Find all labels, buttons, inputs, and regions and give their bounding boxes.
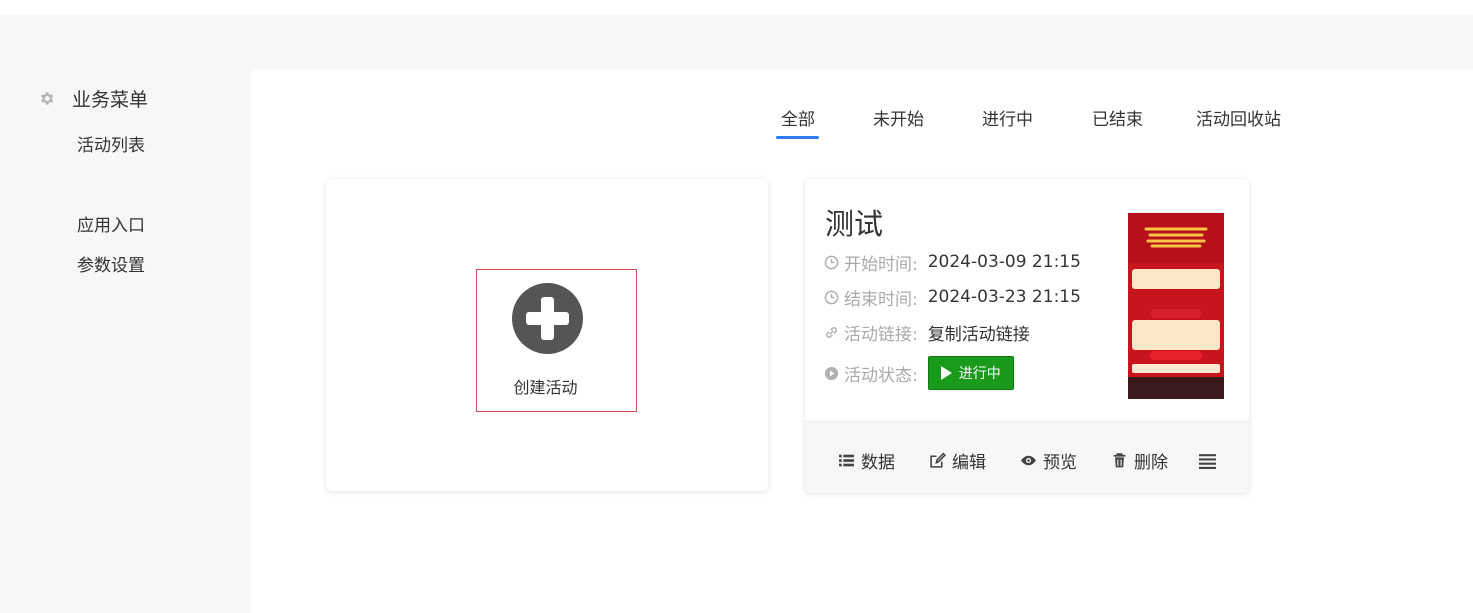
end-time-value: 2024-03-23 21:15	[927, 287, 1081, 307]
tab-not-started[interactable]: 未开始	[873, 105, 924, 130]
tab-in-progress[interactable]: 进行中	[982, 105, 1033, 130]
tab-all[interactable]: 全部	[781, 105, 815, 130]
data-button-label: 数据	[861, 452, 895, 473]
delete-button-label: 删除	[1134, 452, 1168, 473]
sidebar-title-label: 业务菜单	[72, 88, 149, 111]
activity-link-label: 活动链接:	[844, 324, 918, 345]
clock-icon	[824, 255, 839, 269]
eye-icon	[1021, 455, 1036, 465]
tab-ended[interactable]: 已结束	[1092, 105, 1143, 130]
create-activity-card: 创建活动	[326, 179, 768, 491]
start-time-row: 开始时间: 2024-03-09 21:15	[824, 250, 1081, 275]
plus-circle-icon	[512, 283, 583, 354]
poster-banner	[1128, 213, 1224, 263]
more-menu-button[interactable]	[1199, 449, 1222, 471]
activity-actions-bar: 数据 编辑 预览 删除	[805, 421, 1249, 493]
status-button-label: 进行中	[958, 366, 1001, 382]
data-button[interactable]: 数据	[838, 449, 895, 473]
end-time-row: 结束时间: 2024-03-23 21:15	[824, 285, 1081, 310]
status-button[interactable]: 进行中	[927, 356, 1014, 390]
play-icon	[940, 366, 952, 380]
hamburger-icon	[1199, 453, 1216, 469]
play-circle-icon	[824, 366, 839, 380]
clock-icon	[824, 290, 839, 304]
activity-link-row: 活动链接: 复制活动链接	[824, 320, 1030, 345]
sidebar-item-app-entry[interactable]: 应用入口	[77, 211, 145, 236]
activity-preview-thumbnail[interactable]	[1128, 191, 1224, 402]
main-content: 全部 未开始 进行中 已结束 活动回收站 创建活动 测试 开始时间: 2024-…	[251, 69, 1473, 613]
activity-status-label: 活动状态:	[844, 365, 918, 386]
start-time-label: 开始时间:	[844, 254, 918, 275]
delete-button[interactable]: 删除	[1111, 449, 1168, 473]
trash-icon	[1113, 452, 1126, 467]
header-band	[0, 15, 1473, 69]
top-strip	[0, 0, 1473, 15]
poster-title-art	[1138, 223, 1214, 251]
preview-button[interactable]: 预览	[1020, 449, 1077, 473]
copy-link-button[interactable]: 复制活动链接	[928, 320, 1030, 345]
tab-recycle-bin[interactable]: 活动回收站	[1196, 105, 1281, 130]
activity-title: 测试	[825, 207, 884, 241]
sidebar: 业务菜单 活动列表 应用入口 参数设置	[0, 69, 251, 613]
edit-button-label: 编辑	[952, 452, 986, 473]
preview-button-label: 预览	[1043, 452, 1077, 473]
activity-card: 测试 开始时间: 2024-03-09 21:15 结束时间: 2024-03-…	[805, 179, 1249, 493]
sidebar-title: 业务菜单	[38, 86, 149, 111]
active-tab-indicator	[776, 136, 819, 139]
link-icon	[826, 326, 837, 338]
edit-icon	[930, 451, 946, 468]
end-time-label: 结束时间:	[844, 289, 918, 310]
sidebar-item-settings[interactable]: 参数设置	[77, 251, 145, 276]
activity-status-row: 活动状态: 进行中	[824, 355, 1014, 391]
list-icon	[839, 454, 854, 466]
edit-button[interactable]: 编辑	[929, 449, 986, 473]
sidebar-item-activity-list[interactable]: 活动列表	[77, 131, 145, 156]
create-activity-label: 创建活动	[513, 378, 578, 397]
create-activity-button[interactable]: 创建活动	[476, 269, 637, 412]
gear-icon	[41, 91, 54, 105]
start-time-value: 2024-03-09 21:15	[927, 252, 1081, 272]
